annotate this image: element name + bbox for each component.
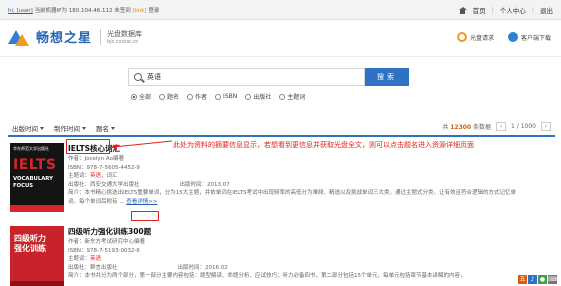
detail-highlight-box: [131, 211, 159, 221]
option-author[interactable]: 作者: [187, 92, 207, 101]
result-isbn: ISBN：978-7-5193-0032-6: [68, 247, 140, 254]
top-bar: hi, [user] 当前机器IP为 180.104.46.112 未签到 [l…: [0, 0, 561, 20]
next-page-button[interactable]: ›: [541, 122, 551, 131]
home-icon: [458, 6, 467, 14]
radio-icon: [131, 93, 137, 100]
result-description: 简介：本书共分为两个部分，第一部分主要内容包括：题型解读、命题分析、应试技巧；听…: [68, 273, 466, 280]
radio-icon: [215, 93, 222, 100]
header-actions: 光盘请求 客户端下载: [456, 32, 551, 42]
client-download-button[interactable]: 客户端下载: [507, 32, 551, 42]
search-box: [128, 68, 365, 86]
home-link[interactable]: 首页: [473, 5, 486, 15]
ime-mode-icon[interactable]: 五: [518, 275, 527, 284]
result-title[interactable]: 四级听力强化训练300题: [68, 226, 555, 237]
user-link[interactable]: hi, [user]: [8, 8, 33, 14]
option-all[interactable]: 全部: [131, 92, 151, 101]
pager: 共 12300 条数据 ‹ 1 / 1000 ›: [442, 122, 551, 131]
option-title[interactable]: 题名: [159, 92, 179, 101]
radio-icon: [159, 93, 166, 100]
ime-keyboard-icon[interactable]: ⌨: [548, 275, 557, 284]
sort-bar: 出版时间 制作时间 题名 共 12300 条数据 ‹ 1 / 1000 ›: [8, 118, 555, 137]
search-icon: [134, 73, 142, 81]
option-publisher[interactable]: 出版社: [245, 92, 271, 101]
ime-voice-icon[interactable]: ♪: [528, 275, 537, 284]
result-publisher: 出版社：群言出版社 出版时间：2016.02: [68, 264, 228, 271]
search-field-options: 全部 题名 作者 ISBN 出版社 主题词: [131, 92, 305, 101]
result-info: 四级听力强化训练300题 作者：新东方考试研究中心编著 ISBN：978-7-5…: [68, 226, 555, 281]
logo-mark-icon: [8, 28, 32, 46]
result-description: 简介：本书精心挑选出IELTS重要单词，分为15大主题，并依单词在IELTS考试…: [68, 190, 517, 197]
sort-options: 出版时间 制作时间 题名: [12, 123, 115, 133]
disc-request-button[interactable]: 光盘请求: [456, 32, 494, 42]
site-header: 畅想之星 光盘数据库 bjc.cxstar.cn 光盘请求 客户端下载: [0, 21, 561, 57]
chevron-down-icon: [111, 126, 115, 130]
page-indicator: 1 / 1000: [511, 123, 536, 130]
chevron-down-icon: [82, 126, 86, 130]
result-publisher: 出版社：西安交通大学出版社 出版时间：2013.07: [68, 181, 230, 188]
book-cover[interactable]: 四级听力 强化训练: [10, 226, 64, 286]
ime-toolbar: 五 ♪ ● ⌨: [518, 275, 557, 284]
radio-icon: [245, 93, 252, 100]
result-subject: 主题词：英语: [68, 256, 102, 263]
result-isbn: ISBN：978-7-5605-4452-9: [68, 164, 140, 171]
site-logo[interactable]: 畅想之星 光盘数据库 bjc.cxstar.cn: [8, 27, 142, 46]
result-count: 12300: [450, 124, 472, 131]
book-cover[interactable]: 华东师范大学出版社 IELTS VOCABULARY FOCUS: [10, 143, 64, 212]
option-subject[interactable]: 主题词: [279, 92, 305, 101]
annotation-text: 此处为资料的摘要信息显示，若想看到更信息并获取光盘全文，则可以点击题名进入资源详…: [173, 141, 474, 149]
result-author: 作者：新东方考试研究中心编著: [68, 239, 146, 245]
top-nav: 首页 | 个人中心 | 退出: [458, 5, 553, 15]
sort-title[interactable]: 题名: [96, 123, 115, 133]
ime-dot-icon[interactable]: ●: [538, 275, 547, 284]
disc-icon: [456, 32, 467, 42]
sort-maketime[interactable]: 制作时间: [54, 123, 86, 133]
result-subject: 主题词：英语，词汇: [68, 173, 118, 180]
option-isbn[interactable]: ISBN: [215, 92, 237, 101]
search-button[interactable]: 搜索: [365, 68, 409, 86]
exit-link[interactable]: 退出: [540, 5, 553, 15]
search-bar: 搜索: [128, 68, 409, 86]
sort-pubtime[interactable]: 出版时间: [12, 123, 44, 133]
radio-icon: [187, 93, 194, 100]
logo-text: 畅想之星: [36, 31, 93, 46]
user-center-link[interactable]: 个人中心: [500, 5, 526, 15]
prev-page-button[interactable]: ‹: [496, 122, 507, 131]
ip-address: 180.104.46.112: [68, 8, 113, 14]
login-notice: hi, [user] 当前机器IP为 180.104.46.112 未签到 [l…: [8, 8, 160, 14]
result-author: 作者：Jocelyn Ao编著: [68, 156, 124, 162]
view-detail-link[interactable]: 查看详情>>: [126, 199, 157, 205]
chevron-down-icon: [40, 126, 44, 130]
highlight-link[interactable]: [link]: [133, 8, 147, 14]
logo-subtitle: 光盘数据库 bjc.cxstar.cn: [100, 28, 142, 45]
radio-icon: [279, 93, 286, 100]
search-input[interactable]: [147, 71, 357, 83]
annotation-arrow-icon: [111, 140, 173, 150]
title-highlight-box: [66, 139, 110, 154]
download-icon: [507, 32, 518, 42]
